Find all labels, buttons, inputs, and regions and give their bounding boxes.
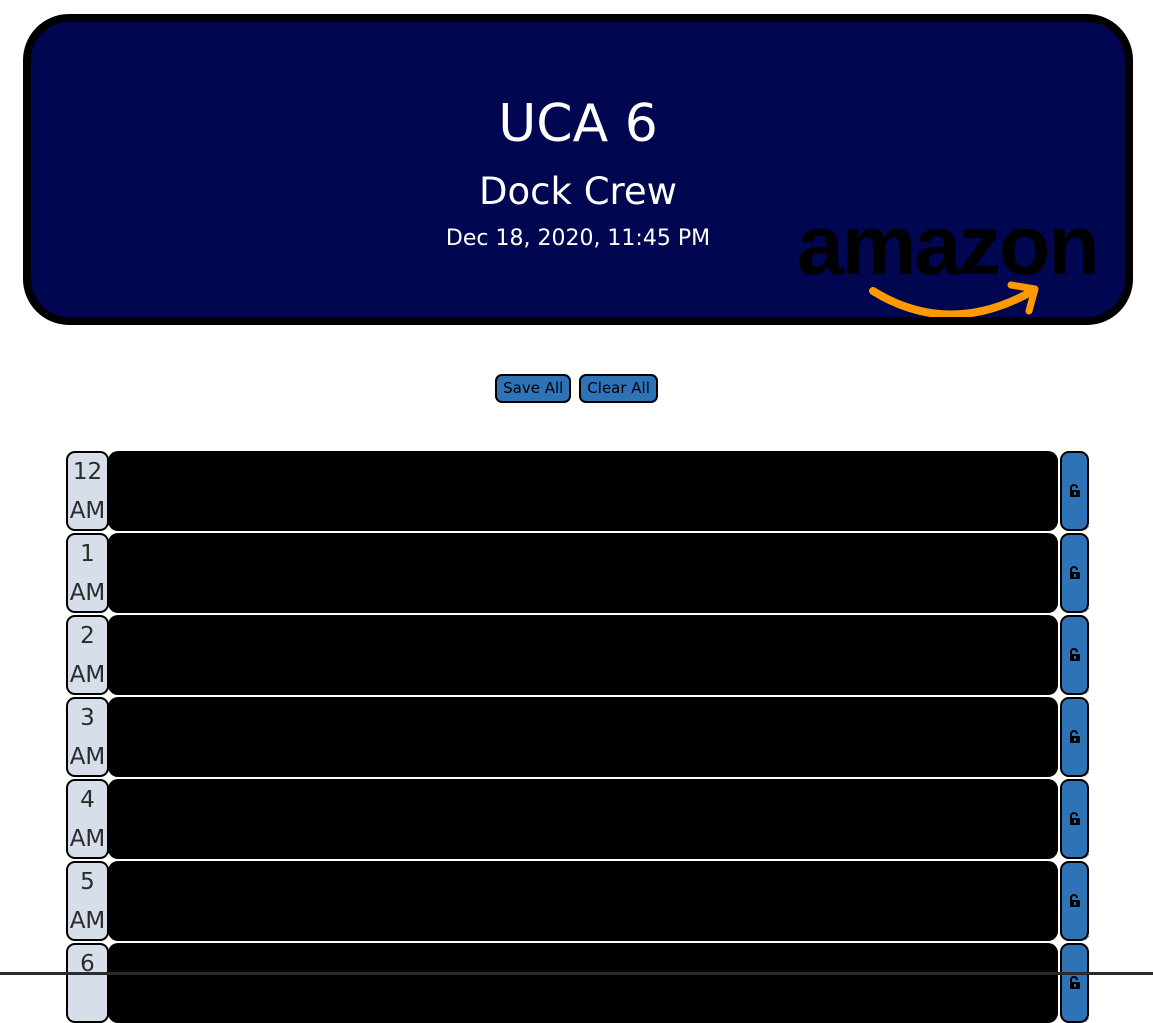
lock-button[interactable] — [1060, 861, 1089, 941]
schedule-row: 5 AM — [66, 861, 1090, 941]
hour-number: 1 — [80, 541, 95, 567]
hour-entry-textarea[interactable] — [108, 533, 1058, 613]
hour-entry-textarea[interactable] — [108, 943, 1058, 1023]
hour-number: 3 — [80, 705, 95, 731]
page-title: UCA 6 — [498, 94, 658, 154]
hour-period: AM — [69, 662, 106, 688]
lock-open-icon — [1070, 484, 1080, 497]
hour-label: 2 AM — [66, 615, 109, 695]
hour-number: 5 — [80, 869, 95, 895]
lock-open-icon — [1070, 976, 1080, 989]
clear-all-button[interactable]: Clear All — [579, 374, 658, 403]
schedule-row: 3 AM — [66, 697, 1090, 777]
schedule-row: 4 AM — [66, 779, 1090, 859]
hour-number: 2 — [80, 623, 95, 649]
amazon-logo: amazon — [797, 198, 1125, 317]
lock-open-icon — [1070, 566, 1080, 579]
hour-period: AM — [69, 580, 106, 606]
hour-label: 1 AM — [66, 533, 109, 613]
hour-period: AM — [69, 498, 106, 524]
lock-button[interactable] — [1060, 451, 1089, 531]
hour-label: 6 — [66, 943, 109, 1023]
lock-button[interactable] — [1060, 615, 1089, 695]
hour-period: AM — [69, 908, 106, 934]
hour-label: 3 AM — [66, 697, 109, 777]
lock-button[interactable] — [1060, 779, 1089, 859]
lock-button[interactable] — [1060, 533, 1089, 613]
lock-open-icon — [1070, 812, 1080, 825]
lock-open-icon — [1070, 730, 1080, 743]
toolbar: Save All Clear All — [0, 374, 1153, 403]
schedule-row: 12 AM — [66, 451, 1090, 531]
save-all-button[interactable]: Save All — [495, 374, 572, 403]
schedule-row: 6 — [66, 943, 1090, 1023]
hour-entry-textarea[interactable] — [108, 861, 1058, 941]
lock-button[interactable] — [1060, 697, 1089, 777]
hour-entry-textarea[interactable] — [108, 779, 1058, 859]
hour-entry-textarea[interactable] — [108, 697, 1058, 777]
schedule-row: 1 AM — [66, 533, 1090, 613]
hour-label: 5 AM — [66, 861, 109, 941]
hour-period: AM — [69, 826, 106, 852]
hour-period: AM — [69, 744, 106, 770]
hour-label: 12 AM — [66, 451, 109, 531]
lock-open-icon — [1070, 648, 1080, 661]
lock-button[interactable] — [1060, 943, 1089, 1023]
hour-number: 6 — [80, 951, 95, 977]
hour-number: 12 — [72, 459, 103, 485]
schedule-row: 2 AM — [66, 615, 1090, 695]
hour-entry-textarea[interactable] — [108, 615, 1058, 695]
hour-label: 4 AM — [66, 779, 109, 859]
amazon-smile-icon — [869, 281, 1039, 317]
lock-open-icon — [1070, 894, 1080, 907]
hour-entry-textarea[interactable] — [108, 451, 1058, 531]
page-header: UCA 6 Dock Crew Dec 18, 2020, 11:45 PM a… — [23, 14, 1133, 325]
hour-number: 4 — [80, 787, 95, 813]
